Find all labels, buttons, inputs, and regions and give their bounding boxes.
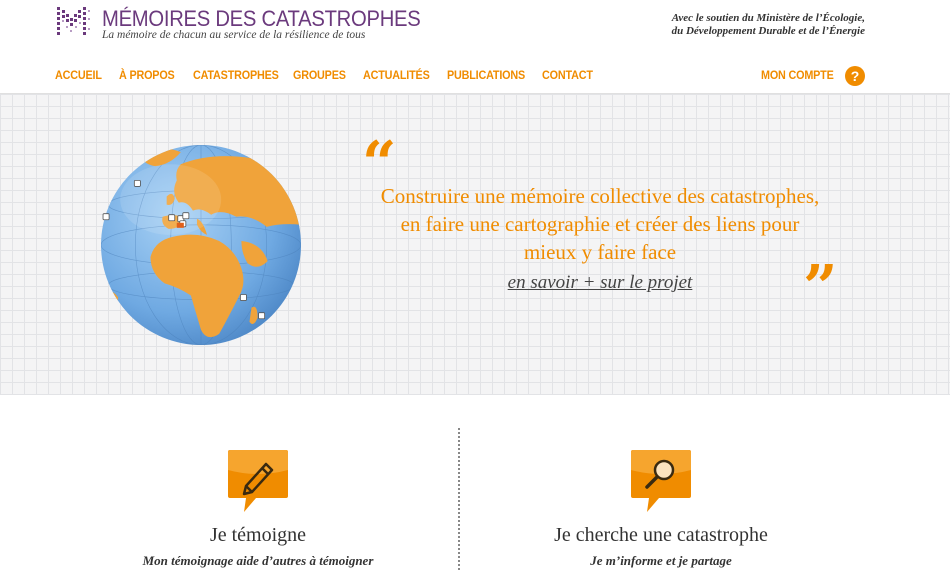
main-nav: ACCUEIL À PROPOS CATASTROPHES GROUPES AC… (0, 68, 950, 86)
search-subtitle: Je m’informe et je partage (590, 553, 732, 568)
hero-section: “ Construire une mémoire collective des … (0, 93, 950, 395)
nav-publications[interactable]: PUBLICATIONS (447, 68, 525, 82)
section-divider (458, 428, 460, 570)
globe-icon (101, 145, 301, 345)
search-title[interactable]: Je cherche une catastrophe (511, 524, 811, 547)
map-marker[interactable] (133, 179, 141, 187)
quote-close-icon: ” (803, 253, 838, 323)
testify-title[interactable]: Je témoigne (108, 524, 408, 547)
support-line: du Développement Durable et de l’Énergie (671, 25, 865, 37)
help-button[interactable]: ? (845, 66, 865, 86)
nav-a-propos[interactable]: À PROPOS (119, 68, 175, 82)
learn-more-link[interactable]: en savoir + sur le projet (350, 272, 850, 294)
pencil-icon[interactable] (226, 448, 290, 514)
hero-line: mieux y faire face (523, 240, 677, 264)
action-section: Je témoigne Mon témoignage aide d’autres… (0, 396, 950, 570)
nav-accueil[interactable]: ACCUEIL (55, 68, 102, 82)
map-marker[interactable] (239, 294, 247, 301)
nav-contact[interactable]: CONTACT (542, 68, 593, 82)
map-marker[interactable] (258, 312, 266, 320)
map-marker[interactable] (168, 214, 176, 222)
support-line: Avec le soutien du Ministère de l’Écolog… (671, 12, 865, 24)
nav-catastrophes[interactable]: CATASTROPHES (193, 68, 279, 82)
hero-line: en faire une cartographie et créer des l… (400, 212, 800, 236)
map-marker[interactable] (102, 213, 110, 221)
site-header: MÉMOIRES DES CATASTROPHES La mémoire de … (0, 0, 950, 93)
nav-groupes[interactable]: GROUPES (293, 68, 346, 82)
map-marker[interactable] (182, 212, 190, 220)
site-tagline: La mémoire de chacun au service de la ré… (102, 29, 366, 41)
nav-mon-compte[interactable]: MON COMPTE (761, 68, 834, 82)
nav-actualites[interactable]: ACTUALITÉS (363, 68, 430, 82)
hero-statement: Construire une mémoire collective des ca… (350, 182, 850, 266)
support-notice: Avec le soutien du Ministère de l’Écolog… (672, 12, 865, 38)
magnifier-icon[interactable] (629, 448, 693, 514)
hero-line: Construire une mémoire collective des ca… (380, 184, 820, 208)
logo-icon[interactable] (55, 4, 95, 40)
map-marker-highlight[interactable] (176, 222, 184, 228)
testify-subtitle: Mon témoignage aide d’autres à témoigner (142, 553, 374, 568)
